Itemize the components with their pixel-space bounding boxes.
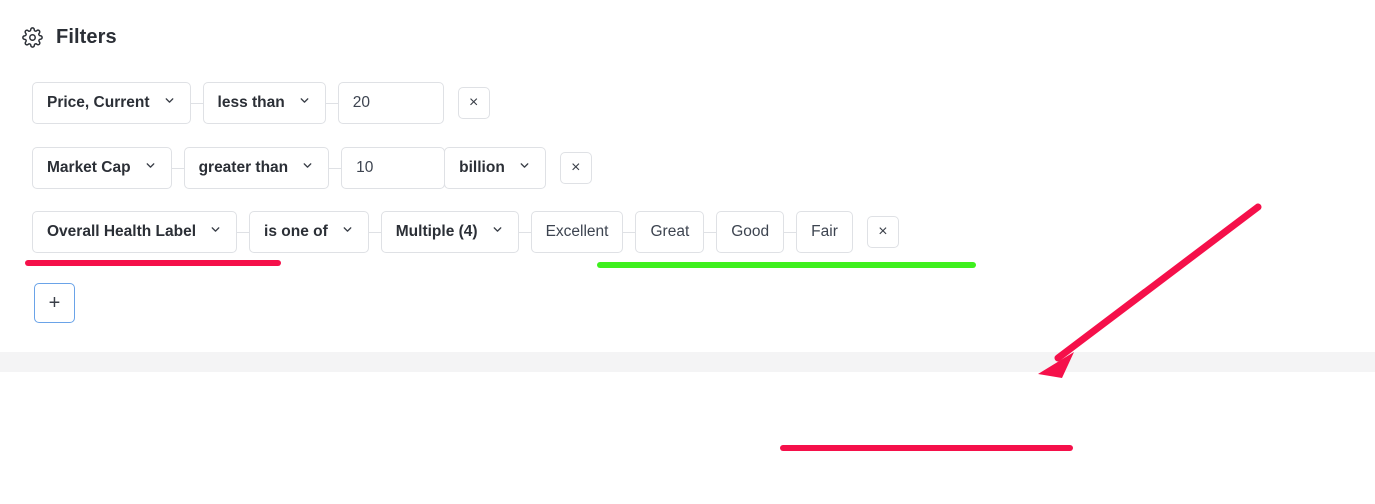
annotation-overlay — [25, 203, 1262, 451]
arrow-annotation — [1038, 203, 1262, 378]
screenshot-root: Filters Price, Current less than 20 × Ma… — [0, 0, 1375, 504]
